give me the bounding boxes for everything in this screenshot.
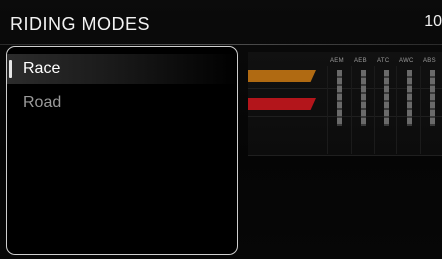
- aem-level-bar: [337, 70, 342, 126]
- column-header-atc: ATC: [377, 58, 390, 64]
- header-divider: [0, 44, 442, 45]
- mode-item-road[interactable]: Road: [7, 88, 239, 118]
- mode-settings-preview: AEM AEB ATC AWC ABS: [248, 52, 442, 156]
- clock: 10: [424, 13, 442, 30]
- column-divider: [351, 66, 352, 154]
- page-title: RIDING MODES: [10, 14, 151, 34]
- awc-level-bar: [407, 70, 412, 126]
- column-header-abs: ABS: [423, 58, 436, 64]
- row-divider: [248, 116, 442, 117]
- column-divider: [327, 66, 328, 154]
- abs-level-bar: [430, 70, 435, 126]
- mode-item-label: Road: [23, 94, 62, 111]
- riding-mode-list: Race Road: [6, 46, 239, 255]
- column-header-aeb: AEB: [354, 58, 367, 64]
- row-divider: [248, 155, 442, 156]
- mode-item-label: Race: [23, 60, 61, 77]
- atc-level-bar: [384, 70, 389, 126]
- riding-modes-screen: RIDING MODES 10 Race Road AEM AEB ATC AW…: [0, 0, 442, 259]
- column-divider: [420, 66, 421, 154]
- column-divider: [396, 66, 397, 154]
- column-header-aem: AEM: [330, 58, 344, 64]
- aeb-level-bar: [361, 70, 366, 126]
- column-header-awc: AWC: [399, 58, 414, 64]
- column-divider: [374, 66, 375, 154]
- mode-item-race[interactable]: Race: [7, 54, 239, 84]
- race-mode-band: [248, 70, 316, 82]
- road-mode-band: [248, 98, 316, 110]
- row-divider: [248, 88, 442, 89]
